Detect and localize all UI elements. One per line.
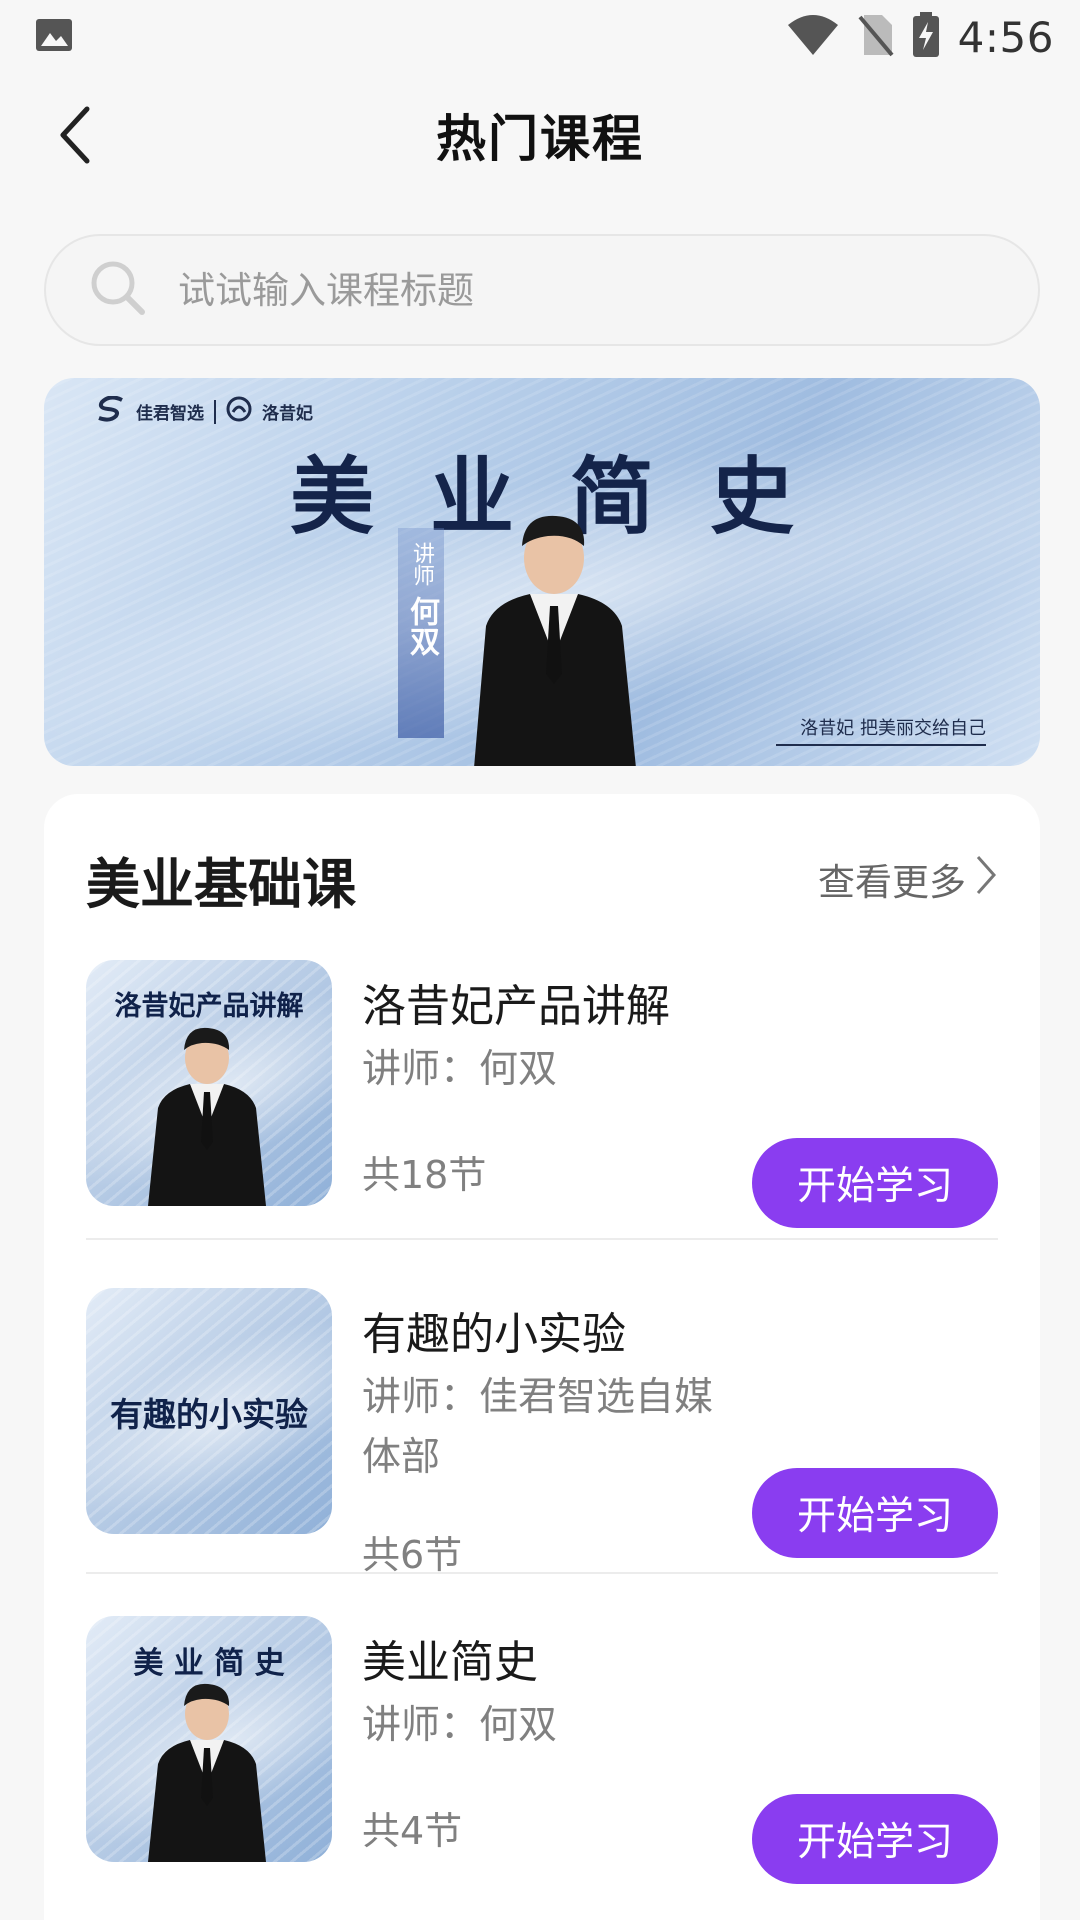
section-header: 美业基础课 查看更多 (86, 844, 998, 916)
course-teacher: 讲师：何双 (362, 1703, 558, 1748)
course-item[interactable]: 洛昔妃产品讲解 洛昔妃产品讲解 讲师：何双 共18节 开始学习 (86, 960, 998, 1240)
brand-emblem-icon (226, 396, 252, 427)
chevron-left-icon (55, 105, 95, 169)
lecturer-tag: 讲师 何双 (398, 528, 444, 738)
page-title: 热门课程 (436, 110, 644, 168)
logo-divider (214, 399, 216, 424)
search-input[interactable] (178, 268, 978, 312)
lecturer-name: 何双 (404, 596, 439, 656)
image-icon (34, 16, 74, 58)
course-teacher: 讲师：佳君智选自媒体部 (362, 1375, 714, 1480)
thumbnail-title: 美 业 简 史 (133, 1646, 285, 1681)
course-item[interactable]: 美 业 简 史 美业简史 讲师：何双 共4节 开始学习 (86, 1616, 998, 1884)
thumbnail-title: 洛昔妃产品讲解 (114, 991, 304, 1022)
no-sim-icon (858, 13, 894, 61)
course-thumbnail: 有趣的小实验 (86, 1288, 332, 1534)
search-bar[interactable] (44, 234, 1040, 346)
promo-banner[interactable]: 佳君智选 洛昔妃 美业简史 讲师 何双 洛昔妃 把美丽交给自己 (44, 378, 1040, 766)
status-time: 4:56 (957, 12, 1054, 62)
view-more-link[interactable]: 查看更多 (818, 852, 998, 906)
brand-name-right: 洛昔妃 (262, 404, 313, 424)
brand-name-left: 佳君智选 (136, 404, 204, 424)
course-title: 洛昔妃产品讲解 (362, 981, 670, 1032)
lesson-count: 共4节 (362, 1809, 463, 1853)
course-title: 有趣的小实验 (362, 1309, 626, 1360)
lecturer-photo (464, 506, 644, 766)
back-button[interactable] (40, 102, 110, 172)
banner-slogan: 洛昔妃 把美丽交给自己 (776, 714, 986, 746)
lesson-count: 共6节 (362, 1533, 463, 1577)
lecturer-label: 讲师 (409, 542, 434, 586)
brand-s-logo-icon (96, 395, 126, 427)
header: 热门课程 (0, 80, 1080, 190)
course-thumbnail: 洛昔妃产品讲解 (86, 960, 332, 1206)
course-thumbnail: 美 业 简 史 (86, 1616, 332, 1862)
chevron-right-icon (974, 854, 998, 905)
start-learning-button[interactable]: 开始学习 (752, 1138, 998, 1228)
course-item[interactable]: 有趣的小实验 有趣的小实验 讲师：佳君智选自媒体部 共6节 开始学习 (86, 1288, 998, 1577)
lecturer-photo (142, 1678, 272, 1862)
section-title: 美业基础课 (86, 852, 356, 916)
course-teacher: 讲师：何双 (362, 1047, 558, 1092)
thumbnail-title: 有趣的小实验 (110, 1395, 308, 1434)
wifi-icon (786, 13, 840, 61)
search-icon (88, 258, 148, 322)
course-section-card: 美业基础课 查看更多 洛昔妃产品讲解 洛昔妃产品讲解 讲师：何双 共18节 开始… (44, 794, 1040, 1920)
status-bar: 4:56 (0, 0, 1080, 74)
battery-charging-icon (912, 12, 940, 62)
lecturer-photo (142, 1022, 272, 1206)
course-title: 美业简史 (362, 1637, 538, 1688)
banner-brand-logo: 佳君智选 洛昔妃 (96, 395, 313, 427)
start-learning-button[interactable]: 开始学习 (752, 1468, 998, 1558)
start-learning-button[interactable]: 开始学习 (752, 1794, 998, 1884)
lesson-count: 共18节 (362, 1153, 487, 1197)
view-more-label: 查看更多 (818, 861, 966, 904)
